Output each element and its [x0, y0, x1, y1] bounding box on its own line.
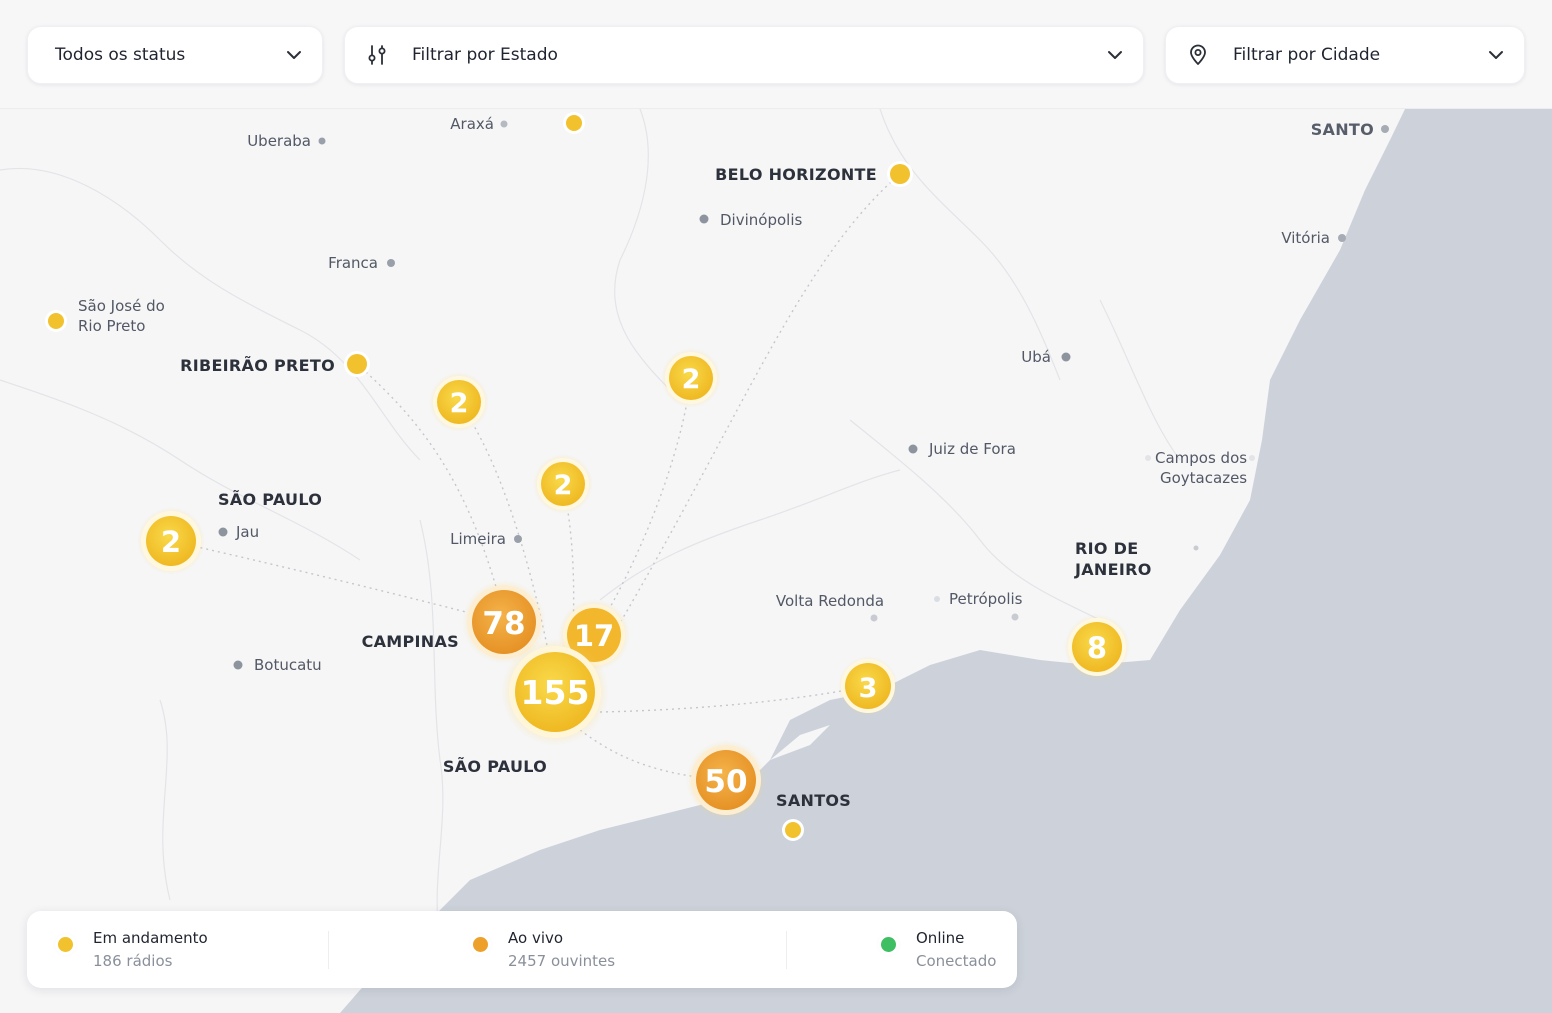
status-legend: Em andamento 186 rádios Ao vivo 2457 ouv…	[27, 911, 1017, 988]
cluster-count: 2	[554, 470, 573, 501]
status-dot-icon	[881, 937, 896, 952]
cluster-marker[interactable]: 50	[686, 740, 766, 820]
major-label-campinas: CAMPINAS	[362, 632, 459, 651]
major-label-ribeirao-preto: RIBEIRÃO PRETO	[180, 356, 335, 375]
city-label: Franca	[328, 254, 378, 272]
major-label-rio-de-janeiro: JANEIRO	[1074, 560, 1152, 579]
city-label: SANTO	[1311, 120, 1374, 139]
major-label-santos: SANTOS	[776, 791, 851, 810]
legend-title: Online	[916, 929, 965, 947]
status-dot-icon	[58, 937, 73, 952]
city-label: Limeira	[450, 530, 506, 548]
cluster-count: 8	[1087, 631, 1107, 665]
cluster-count: 50	[704, 764, 747, 800]
major-label-sao-paulo-city: SÃO PAULO	[443, 757, 547, 776]
filter-sliders-icon	[368, 45, 386, 65]
cluster-count: 2	[682, 364, 701, 395]
cidade-filter-value: Filtrar por Cidade	[1233, 45, 1381, 65]
major-label-rio-de-janeiro: RIO DE	[1075, 539, 1138, 558]
major-label-sao-paulo-state: SÃO PAULO	[218, 490, 322, 509]
cluster-marker[interactable]: 2	[429, 372, 489, 432]
legend-subtitle: 186 rádios	[93, 952, 173, 970]
city-label: Araxá	[450, 115, 494, 133]
cluster-marker[interactable]: 3	[838, 656, 898, 716]
cluster-count: 2	[161, 525, 181, 559]
status-filter-value: Todos os status	[55, 45, 186, 65]
major-label-belo-horizonte: BELO HORIZONTE	[715, 165, 877, 184]
city-label: Uberaba	[247, 132, 311, 150]
estado-filter-value: Filtrar por Estado	[412, 45, 558, 65]
estado-filter-select[interactable]: Filtrar por Estado	[344, 26, 1144, 84]
status-dot-icon	[473, 937, 488, 952]
city-label: Botucatu	[254, 656, 322, 674]
legend-divider	[328, 931, 329, 969]
map-canvas[interactable]: Uberaba Araxá Divinópolis Franca São Jos…	[0, 109, 1552, 1013]
legend-title: Ao vivo	[508, 929, 564, 947]
cluster-count: 2	[450, 388, 469, 419]
city-label: São José do	[78, 297, 165, 315]
cluster-count: 78	[482, 606, 525, 642]
cluster-marker[interactable]: 2	[661, 348, 721, 408]
cidade-filter-select[interactable]: Filtrar por Cidade	[1165, 26, 1525, 84]
cluster-count: 3	[859, 673, 878, 704]
city-label: Volta Redonda	[776, 592, 884, 610]
city-label: Petrópolis	[949, 590, 1023, 608]
city-label: Rio Preto	[78, 317, 145, 335]
city-label: Vitória	[1281, 229, 1330, 247]
cluster-marker[interactable]: 155	[501, 638, 609, 746]
map-pin-icon	[1190, 44, 1206, 65]
cluster-count: 155	[521, 673, 590, 712]
city-label: Ubá	[1021, 348, 1051, 366]
filter-bar: Todos os status Filtrar por Estado Filtr…	[0, 0, 1552, 109]
city-label: Campos dos	[1155, 449, 1247, 467]
cluster-marker[interactable]: 8	[1064, 614, 1130, 680]
legend-subtitle: 2457 ouvintes	[508, 952, 616, 970]
chevron-down-icon	[1108, 51, 1122, 59]
cluster-marker[interactable]: 2	[533, 454, 593, 514]
city-label: Juiz de Fora	[928, 440, 1016, 458]
chevron-down-icon	[287, 51, 301, 59]
status-filter-select[interactable]: Todos os status	[27, 26, 323, 84]
cluster-marker[interactable]: 2	[137, 507, 205, 575]
city-label: Divinópolis	[720, 211, 802, 229]
city-label: Goytacazes	[1160, 469, 1247, 487]
chevron-down-icon	[1489, 51, 1503, 59]
legend-divider	[786, 931, 787, 969]
city-label: Jau	[235, 523, 259, 541]
legend-title: Em andamento	[93, 929, 208, 947]
legend-subtitle: Conectado	[916, 952, 997, 970]
